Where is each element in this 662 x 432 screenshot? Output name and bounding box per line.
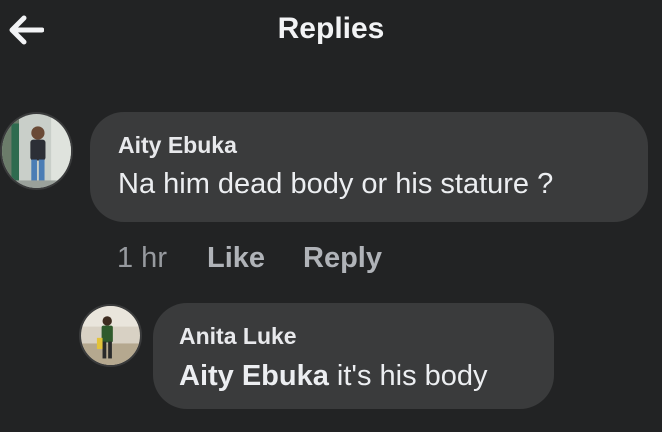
- reply-button[interactable]: Reply: [303, 242, 382, 275]
- reply-author[interactable]: Anita Luke: [179, 323, 297, 350]
- avatar[interactable]: [0, 112, 73, 190]
- reply-body: it's his body: [328, 360, 488, 392]
- comment-actions: 1 hr Like Reply: [117, 236, 382, 280]
- comment-text: Na him dead body or his stature ?: [118, 168, 554, 200]
- comment-bubble[interactable]: Aity Ebuka Na him dead body or his statu…: [90, 112, 648, 222]
- like-button[interactable]: Like: [207, 242, 265, 275]
- avatar-photo: [81, 306, 140, 365]
- replies-screen: Replies Aity Ebuka Na him dead body or h…: [0, 0, 662, 432]
- comment-timestamp: 1 hr: [117, 241, 167, 274]
- avatar-photo: [2, 114, 71, 188]
- reply-mention[interactable]: Aity Ebuka: [179, 360, 329, 392]
- header: Replies: [0, 0, 662, 62]
- reply-bubble[interactable]: Anita Luke Aity Ebuka it's his body: [153, 303, 554, 409]
- comment-author[interactable]: Aity Ebuka: [118, 132, 237, 159]
- avatar[interactable]: [79, 304, 142, 367]
- reply-text: Aity Ebuka it's his body: [179, 360, 488, 393]
- page-title: Replies: [277, 12, 385, 45]
